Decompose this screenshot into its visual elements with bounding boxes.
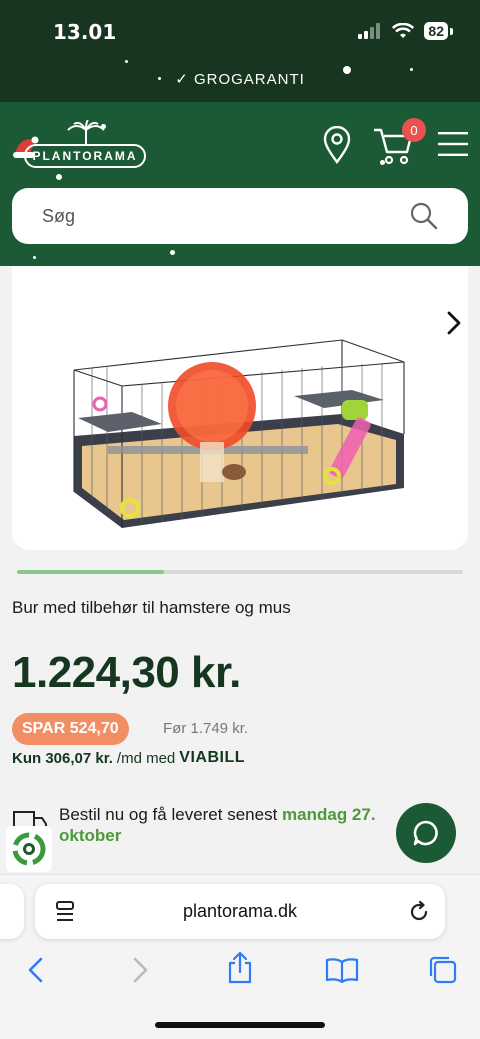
search-icon[interactable] xyxy=(410,202,438,230)
snowflake xyxy=(101,124,106,129)
previous-tab-edge[interactable] xyxy=(0,884,24,939)
hamster-cage-image xyxy=(73,339,405,528)
search-bar[interactable] xyxy=(12,188,468,244)
installment-info[interactable]: Kun 306,07 kr. /md med VIABILL xyxy=(12,749,245,767)
forward-icon[interactable] xyxy=(130,956,150,984)
snowflake xyxy=(56,174,62,180)
chat-bubble-icon xyxy=(413,820,438,846)
next-image-arrow-icon[interactable] xyxy=(444,310,464,336)
url-text[interactable]: plantorama.dk xyxy=(35,901,445,922)
search-input[interactable] xyxy=(42,204,382,228)
chat-button[interactable] xyxy=(396,803,456,863)
wifi-icon xyxy=(392,23,415,38)
address-bar[interactable]: plantorama.dk xyxy=(35,884,445,939)
cellular-signal-icon xyxy=(358,23,381,39)
battery-indicator: 82 xyxy=(424,22,453,40)
snowflake xyxy=(125,60,128,63)
palm-logo-icon xyxy=(67,120,105,144)
save-badge: SPAR 524,70 xyxy=(12,713,129,745)
logo-wordmark: PLANTORAMA xyxy=(24,144,146,168)
back-icon[interactable] xyxy=(26,956,46,984)
store-locator-icon[interactable] xyxy=(322,126,352,164)
viabill-logo: VIABILL xyxy=(179,749,245,766)
delivery-text: Bestil nu og få leveret senest xyxy=(59,805,283,824)
tabs-icon[interactable] xyxy=(427,954,459,986)
plantorama-logo[interactable]: PLANTORAMA xyxy=(12,120,152,176)
snowflake xyxy=(343,66,351,74)
snowflake xyxy=(158,77,161,80)
menu-icon[interactable] xyxy=(437,131,469,157)
delivery-info: Bestil nu og få leveret senest mandag 27… xyxy=(59,804,409,846)
gallery-progress-fill xyxy=(17,570,165,574)
site-header: PLANTORAMA 0 xyxy=(0,102,480,266)
snowflake xyxy=(33,256,36,259)
recycle-badge[interactable] xyxy=(6,826,52,872)
recycle-icon xyxy=(12,832,46,866)
share-icon[interactable] xyxy=(226,951,254,985)
status-icons: 82 xyxy=(358,22,453,40)
old-price: Før 1.749 kr. xyxy=(163,720,249,737)
guarantee-text[interactable]: ✓ GROGARANTI xyxy=(0,70,480,88)
bookmarks-icon[interactable] xyxy=(325,956,359,984)
top-banner: 13.01 82 ✓ GROGARANTI xyxy=(0,0,480,102)
snowflake xyxy=(410,68,413,71)
installment-suffix: /md med xyxy=(116,749,176,767)
installment-amount: Kun 306,07 kr. xyxy=(12,749,113,767)
home-indicator xyxy=(155,1022,325,1028)
product-image-card[interactable] xyxy=(12,266,468,550)
cart-count-badge: 0 xyxy=(402,118,426,142)
status-time: 13.01 xyxy=(53,20,117,44)
product-title: Bur med tilbehør til hamstere og mus xyxy=(12,598,291,617)
gallery-progress xyxy=(17,570,463,574)
product-price: 1.224,30 kr. xyxy=(12,648,241,697)
reload-icon[interactable] xyxy=(407,900,431,924)
snowflake xyxy=(170,250,175,255)
